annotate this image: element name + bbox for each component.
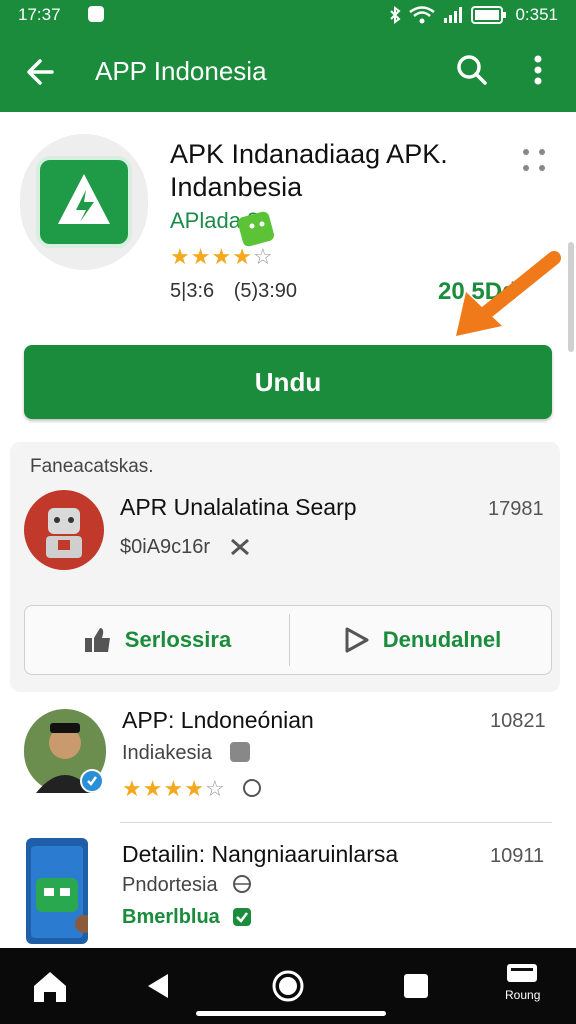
bluetooth-icon [390, 6, 401, 24]
page-title: APP Indonesia [95, 56, 267, 86]
action-button-row: Serlossira Denudalnel [24, 605, 552, 675]
stat-right: (5)3:90 [233, 280, 298, 302]
phone-thumbnail [26, 838, 93, 944]
pointer-arrow-icon [456, 251, 561, 336]
more-options-icon[interactable] [522, 50, 554, 90]
like-action-label: Serlossira [124, 627, 232, 652]
recents-icon[interactable] [396, 966, 436, 1006]
item-title[interactable]: APR Unalalatina Searp [120, 494, 357, 521]
status-icons: 0:351 [389, 5, 558, 25]
globe-icon [233, 875, 251, 893]
item-subtitle: $0iA9c16r [120, 536, 211, 558]
search-icon[interactable] [452, 50, 492, 90]
signal-icon [444, 7, 463, 23]
list-item-count: 10911 [490, 845, 545, 867]
app-icon-container [20, 134, 148, 270]
verified-badge-icon [80, 769, 104, 793]
battery-text: 0:351 [515, 5, 558, 24]
star-filled: ★ [122, 776, 143, 801]
star-empty: ☆ [252, 244, 274, 269]
list-item-rating: ★★★★☆ [122, 776, 226, 802]
list-item-subtitle: Indiakesia [122, 742, 213, 764]
star-filled: ★ [184, 776, 205, 801]
gesture-bar[interactable] [196, 1011, 386, 1016]
list-item-title[interactable]: APP: Lndoneónian [122, 707, 314, 734]
item-count: 17981 [488, 498, 544, 520]
star-filled: ★ [232, 244, 253, 269]
category-icon [230, 742, 250, 762]
install-button[interactable]: Undu [24, 345, 552, 419]
list-item-count: 10821 [490, 710, 546, 732]
wifi-icon [409, 6, 436, 24]
check-badge-icon [233, 908, 251, 926]
keyboard-icon[interactable] [505, 962, 539, 984]
home-circle-icon[interactable] [268, 966, 308, 1006]
thumbs-up-icon [84, 628, 110, 652]
phone-app-icon [31, 846, 93, 938]
list-divider [120, 822, 552, 823]
robot-avatar [24, 490, 104, 570]
back-icon[interactable] [140, 966, 180, 1006]
scrollbar[interactable] [568, 242, 574, 352]
play-outline-icon [345, 627, 369, 653]
star-filled: ★ [190, 244, 212, 269]
battery-icon [471, 6, 507, 24]
list-item-title[interactable]: Detailin: Nangniaaruinlarsa [122, 841, 398, 868]
app-title: APK Indanadiaag APK. Indanbesia [170, 139, 448, 202]
navigation-bar: Roung [0, 948, 576, 1024]
app-icon [36, 156, 132, 248]
list-item-subtitle: Pndortesia [122, 874, 218, 896]
star-filled: ★ [211, 244, 233, 269]
like-action-button[interactable]: Serlossira [25, 606, 289, 674]
status-bar: 17:37 0:351 [0, 0, 576, 30]
rating-stars: ★★★★☆ [170, 244, 274, 270]
back-arrow-icon[interactable] [22, 52, 62, 92]
robot-icon [46, 508, 82, 558]
star-filled: ★ [142, 776, 164, 801]
app-stats: 5|3:6 (5)3:90 [170, 280, 297, 303]
star-filled: ★ [163, 776, 185, 801]
section-heading: Faneacatskas. [30, 456, 154, 477]
overflow-menu-icon[interactable] [520, 146, 548, 176]
star-filled: ★ [170, 244, 191, 269]
featured-card: Faneacatskas. APR Unalalatina Searp $0iA… [10, 442, 560, 692]
status-time: 17:37 [18, 5, 61, 24]
star-empty: ☆ [204, 776, 226, 801]
stat-left: 5|3:6 [170, 280, 215, 302]
share-action-label: Denudalnel [382, 627, 502, 652]
tools-icon [231, 538, 249, 556]
share-action-button[interactable]: Denudalnel [289, 606, 553, 674]
app-bar: APP Indonesia [0, 30, 576, 112]
list-item-tag: Bmerlblua [122, 906, 220, 928]
nav-label: Roung [505, 988, 541, 1002]
info-icon [243, 779, 261, 797]
app-logo-icon [58, 174, 110, 224]
home-icon[interactable] [30, 966, 70, 1006]
content-area[interactable]: APK Indanadiaag APK. Indanbesia APlada 8… [0, 112, 576, 948]
notification-icon [88, 6, 104, 22]
